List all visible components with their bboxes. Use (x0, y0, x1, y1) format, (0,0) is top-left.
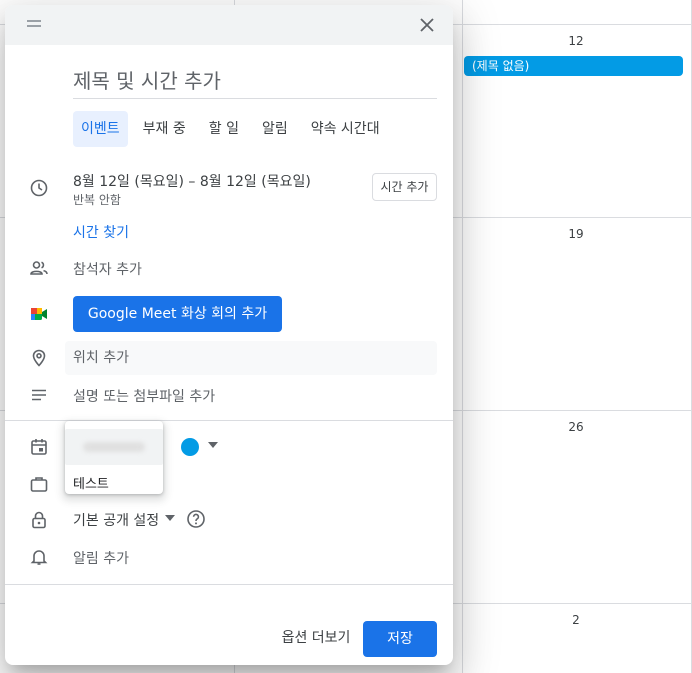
save-button[interactable]: 저장 (363, 621, 437, 657)
calendar-option-hidden[interactable] (65, 429, 163, 465)
tab-appointment-slots[interactable]: 약속 시간대 (303, 111, 388, 147)
calendar-color-swatch[interactable] (181, 438, 199, 456)
clock-icon (29, 178, 49, 198)
day-number[interactable]: 12 (556, 34, 596, 48)
chevron-down-icon[interactable] (165, 515, 175, 521)
briefcase-icon (29, 474, 49, 494)
title-input[interactable] (73, 63, 437, 99)
google-meet-icon (29, 304, 49, 324)
people-icon (29, 258, 49, 278)
add-time-button[interactable]: 시간 추가 (372, 173, 437, 201)
date-range[interactable]: 8월 12일 (목요일) – 8월 12일 (목요일) (73, 171, 311, 191)
quick-event-dialog: 이벤트 부재 중 할 일 알림 약속 시간대 8월 12일 (목요일) – 8월… (5, 5, 453, 665)
close-button[interactable] (415, 13, 439, 37)
add-notification[interactable]: 알림 추가 (73, 548, 129, 568)
description-field[interactable]: 설명 또는 첨부파일 추가 (73, 386, 215, 406)
event-type-tabs: 이벤트 부재 중 할 일 알림 약속 시간대 (73, 111, 395, 147)
drag-handle-icon[interactable] (27, 20, 41, 28)
notes-icon (29, 385, 49, 405)
calendar-icon (29, 437, 49, 457)
event-chip[interactable]: (제목 없음) (464, 56, 683, 76)
visibility-select[interactable]: 기본 공개 설정 (73, 510, 159, 530)
calendar-select-dropdown[interactable]: 테스트 (65, 421, 163, 494)
add-google-meet-button[interactable]: Google Meet 화상 회의 추가 (73, 296, 282, 332)
help-icon[interactable] (186, 509, 206, 529)
lock-icon (29, 510, 49, 530)
bell-icon (29, 547, 49, 567)
grid-line (462, 0, 463, 673)
calendar-option[interactable]: 테스트 (73, 473, 109, 492)
location-pin-icon (29, 348, 49, 368)
day-number[interactable]: 26 (556, 420, 596, 434)
tab-out-of-office[interactable]: 부재 중 (135, 111, 194, 147)
day-number[interactable]: 2 (556, 613, 596, 627)
location-field[interactable]: 위치 추가 (65, 341, 437, 375)
dialog-header[interactable] (5, 5, 453, 45)
more-options-button[interactable]: 옵션 더보기 (272, 623, 360, 653)
day-number[interactable]: 19 (556, 227, 596, 241)
repeat-setting[interactable]: 반복 안함 (73, 191, 121, 208)
add-guests[interactable]: 참석자 추가 (73, 259, 142, 279)
divider (5, 584, 453, 585)
close-icon (420, 18, 434, 32)
find-time-link[interactable]: 시간 찾기 (73, 222, 129, 242)
tab-event[interactable]: 이벤트 (73, 111, 128, 147)
tab-task[interactable]: 할 일 (201, 111, 247, 147)
tab-reminder[interactable]: 알림 (254, 111, 296, 147)
chevron-down-icon[interactable] (208, 442, 218, 448)
